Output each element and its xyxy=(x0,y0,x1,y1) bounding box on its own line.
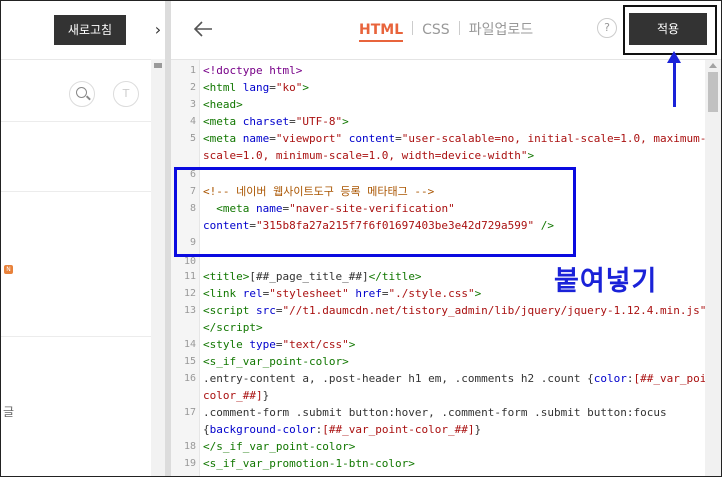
code-line[interactable]: 5 <meta name="viewport" content="user-sca… xyxy=(171,130,707,147)
line-number: 2 xyxy=(189,82,196,93)
line-number: 16 xyxy=(183,373,196,384)
code-text: <style type="text/css"> xyxy=(203,338,356,351)
tab-css[interactable]: CSS xyxy=(422,22,450,40)
preview-scrollbar[interactable] xyxy=(151,59,165,476)
sidebar-text-fragment: 글 xyxy=(3,405,15,419)
line-number: 13 xyxy=(183,305,196,316)
code-line[interactable]: 2 <html lang="ko"> xyxy=(171,79,705,96)
app-window: 새로고침 T N 글 › HTML CSS 파일업로드 ? 1 <!doctype h… xyxy=(0,0,722,477)
code-line[interactable]: color_##]} xyxy=(171,387,705,404)
scroll-up-icon[interactable] xyxy=(709,63,717,68)
apply-button[interactable]: 적용 xyxy=(629,13,707,45)
code-text: <!doctype html> xyxy=(203,64,303,77)
code-line[interactable]: 15 <s_if_var_point-color> xyxy=(171,353,705,370)
line-number: 19 xyxy=(183,458,196,469)
code-text: .entry-content a, .post-header h1 em, .c… xyxy=(203,372,722,385)
code-text: <meta charset="UTF-8"> xyxy=(203,115,349,128)
scrollbar-thumb[interactable] xyxy=(708,72,718,112)
code-text: color_##]} xyxy=(203,389,270,402)
new-badge-icon: N xyxy=(4,265,13,274)
search-icon[interactable] xyxy=(69,81,95,107)
code-text: </script> xyxy=(203,321,263,334)
code-line[interactable]: 13 <script src="//t1.daumcdn.net/tistory_… xyxy=(171,302,713,319)
code-text: {background-color:[##_var_point-color_##… xyxy=(203,423,482,436)
divider xyxy=(1,191,151,192)
code-line[interactable]: 4 <meta charset="UTF-8"> xyxy=(171,113,705,130)
back-arrow-icon[interactable] xyxy=(191,17,215,41)
preview-toolbar: 새로고침 xyxy=(1,1,151,60)
code-line[interactable]: {background-color:[##_var_point-color_##… xyxy=(171,421,705,438)
meta-tag-highlight-box xyxy=(174,167,576,257)
line-number: 17 xyxy=(183,407,196,418)
chevron-right-icon[interactable]: › xyxy=(151,15,165,45)
paste-annotation-label: 붙여넣기 xyxy=(554,266,658,297)
code-line[interactable]: 3 <head> xyxy=(171,96,705,113)
tistory-icon[interactable]: T xyxy=(113,81,139,107)
tab-file-upload[interactable]: 파일업로드 xyxy=(469,19,533,41)
code-text: <meta name="viewport" content="user-scal… xyxy=(203,132,707,145)
tab-html[interactable]: HTML xyxy=(359,22,404,42)
code-text: <html lang="ko"> xyxy=(203,81,309,94)
code-text: <s_if_var_promotion-1-btn-color> xyxy=(203,457,415,470)
line-number: 1 xyxy=(189,65,196,76)
refresh-button[interactable]: 새로고침 xyxy=(54,15,126,45)
code-text: <script src="//t1.daumcdn.net/tistory_ad… xyxy=(203,304,713,317)
code-line[interactable]: 1 <!doctype html> xyxy=(171,62,705,79)
code-line[interactable]: 16 .entry-content a, .post-header h1 em, … xyxy=(171,370,721,387)
arrow-shaft xyxy=(673,61,676,107)
code-text: <s_if_var_point-color> xyxy=(203,355,349,368)
editor-scrollbar[interactable] xyxy=(705,60,721,476)
line-number: 12 xyxy=(183,288,196,299)
line-number: 15 xyxy=(183,356,196,367)
code-line[interactable]: scale=1.0, minimum-scale=1.0, width=devi… xyxy=(171,147,705,164)
code-line[interactable]: 17 .comment-form .submit button:hover, .c… xyxy=(171,404,705,421)
code-text: scale=1.0, minimum-scale=1.0, width=devi… xyxy=(203,149,535,162)
preview-panel: 새로고침 T N 글 xyxy=(1,1,151,476)
code-line[interactable]: 14 <style type="text/css"> xyxy=(171,336,705,353)
line-number: 4 xyxy=(189,116,196,127)
help-icon[interactable]: ? xyxy=(597,18,617,38)
tab-separator xyxy=(412,21,414,35)
code-text: <link rel="stylesheet" href="./style.css… xyxy=(203,287,482,300)
line-number: 11 xyxy=(183,271,196,282)
code-text: <head> xyxy=(203,98,243,111)
divider xyxy=(1,336,151,337)
scrollbar-thumb[interactable] xyxy=(154,63,162,74)
code-line[interactable]: </script> xyxy=(171,319,705,336)
line-number: 5 xyxy=(189,133,196,144)
code-line[interactable]: 19 <s_if_var_promotion-1-btn-color> xyxy=(171,455,705,472)
line-number: 18 xyxy=(183,441,196,452)
code-line[interactable]: 18 </s_if_var_point-color> xyxy=(171,438,705,455)
code-text: <title>[##_page_title_##]</title> xyxy=(203,270,422,283)
tab-separator xyxy=(458,21,460,35)
code-text: </s_if_var_point-color> xyxy=(203,440,356,453)
code-text: .comment-form .submit button:hover, .com… xyxy=(203,406,667,419)
divider xyxy=(1,121,151,122)
line-number: 14 xyxy=(183,339,196,350)
editor-tabs: HTML CSS 파일업로드 xyxy=(359,19,533,42)
line-number: 3 xyxy=(189,99,196,110)
